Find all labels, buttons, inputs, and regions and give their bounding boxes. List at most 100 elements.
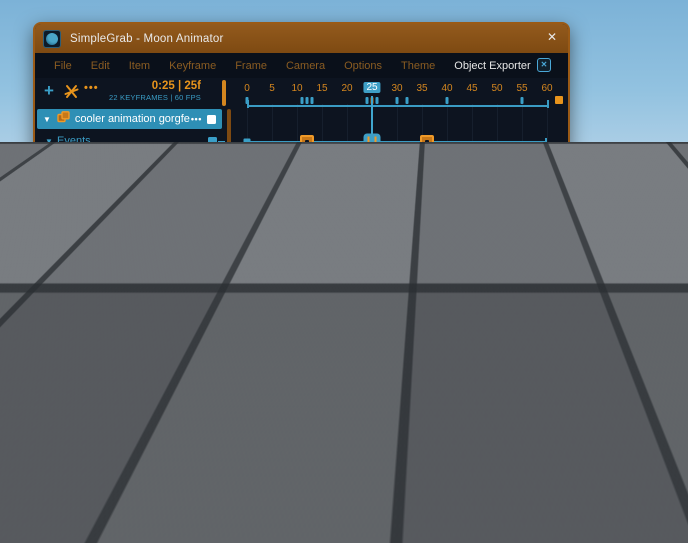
track-row-left-leg[interactable]: ▼ Left Leg: [37, 278, 225, 300]
track-row-head[interactable]: ▼ Head: [37, 236, 225, 258]
event-keyframe-f36[interactable]: [420, 135, 434, 149]
keyframe-left-arm-f0[interactable]: [239, 259, 255, 274]
menu-item-object-exporter[interactable]: Object Exporter: [454, 60, 530, 72]
menu-item-theme[interactable]: Theme: [401, 60, 435, 72]
keyframe-right-arm-f13[interactable]: [304, 196, 320, 212]
keyframe-right-arm-f55[interactable]: [514, 196, 530, 212]
keyframe-torso-f40[interactable]: [439, 175, 455, 191]
ruler-frame-5[interactable]: 5: [269, 83, 275, 94]
animation-more-icon[interactable]: •••: [191, 114, 202, 124]
collapse-triangle-icon[interactable]: ▼: [45, 137, 53, 146]
menu-item-keyframe[interactable]: Keyframe: [169, 60, 216, 72]
keyframe-torso-f0[interactable]: [239, 175, 255, 191]
keyframe-left-arm-f11[interactable]: [294, 259, 310, 274]
dialog-close-button[interactable]: ✕: [655, 303, 664, 316]
add-keyframe-button[interactable]: [208, 199, 217, 208]
menu-item-file[interactable]: File: [54, 60, 72, 72]
stop-square-icon[interactable]: [206, 114, 216, 124]
event-drag-handle[interactable]: ||: [432, 352, 445, 399]
window-titlebar[interactable]: SimpleGrab - Moon Animator ✕: [35, 24, 568, 53]
tab-code-end[interactable]: Code End: [565, 413, 614, 425]
menu-item-camera[interactable]: Camera: [286, 60, 325, 72]
add-keyframe-button[interactable]: [208, 261, 217, 271]
keyframe-head-f32[interactable]: [399, 238, 415, 253]
collapse-triangle-icon[interactable]: ▼: [55, 283, 63, 292]
visibility-eye-icon[interactable]: [189, 219, 203, 237]
keyframe-right-arm-f30[interactable]: [389, 196, 405, 212]
keyframe-head-f0[interactable]: [239, 238, 255, 253]
ruler-frame-30[interactable]: 30: [391, 83, 402, 94]
ruler-frame-0[interactable]: 0: [244, 83, 250, 94]
keyframe-right-leg-f55[interactable]: [514, 217, 530, 233]
keyframe-left-arm-f55[interactable]: [514, 259, 530, 274]
window-close-button[interactable]: ✕: [547, 30, 557, 44]
zoom-in-button[interactable]: +: [211, 302, 221, 322]
track-row-left-arm[interactable]: ▼ Left Arm: [37, 257, 225, 279]
keyframe-torso-f12[interactable]: [299, 175, 315, 191]
visibility-eye-icon[interactable]: [189, 261, 203, 279]
visibility-eye-icon[interactable]: [189, 282, 203, 300]
zoom-slider-track[interactable]: [55, 312, 207, 315]
animation-header-row[interactable]: ▼ cooler animation gorgfe •••: [37, 109, 222, 129]
menu-item-options[interactable]: Options: [344, 60, 382, 72]
ruler-frame-60[interactable]: 60: [541, 83, 552, 94]
ruler-frame-40[interactable]: 40: [441, 83, 452, 94]
add-keyframe-button[interactable]: [208, 137, 217, 146]
selected-event-keyframe-f25[interactable]: [363, 133, 381, 151]
keyframe-right-arm-f40[interactable]: [439, 196, 455, 212]
add-keyframe-button[interactable]: [208, 220, 217, 229]
tab-code-begin[interactable]: Code Begin: [491, 413, 549, 425]
menu-item-edit[interactable]: Edit: [91, 60, 110, 72]
ok-button[interactable]: OK: [415, 494, 672, 514]
ruler-frame-35[interactable]: 35: [416, 83, 427, 94]
track-row-rig[interactable]: ▼ Rig: [37, 153, 222, 172]
collapse-triangle-icon[interactable]: ▼: [55, 241, 63, 250]
event-name-input[interactable]: test: [449, 355, 527, 370]
event-keyframe-f12[interactable]: [300, 135, 314, 149]
add-keyframe-button[interactable]: [208, 178, 217, 187]
track-row-torso[interactable]: ▼ Torso: [37, 173, 225, 195]
menu-item-item[interactable]: Item: [129, 60, 150, 72]
events-scrollbar[interactable]: [656, 350, 661, 400]
keyframe-torso-f24[interactable]: [359, 175, 375, 191]
keyframe-right-leg-f0[interactable]: [239, 217, 255, 233]
tab-events[interactable]: Events: [440, 413, 474, 425]
ruler-frame-15[interactable]: 15: [316, 83, 327, 94]
track-row-events[interactable]: ▼ Events: [37, 132, 225, 151]
zoom-out-button[interactable]: −: [42, 302, 52, 322]
add-keyframe-button[interactable]: [208, 282, 217, 292]
end-time-input[interactable]: 0:25: [595, 462, 670, 477]
playhead[interactable]: [371, 96, 373, 320]
visibility-eye-icon[interactable]: [189, 177, 203, 195]
ruler-frame-55[interactable]: 55: [516, 83, 527, 94]
range-bar-left-button[interactable]: [240, 315, 247, 322]
scrollbar-left-button[interactable]: [240, 305, 247, 312]
keyframe-left-leg-f0[interactable]: [239, 280, 255, 295]
name-input[interactable]: [459, 439, 670, 454]
width-input[interactable]: 0:00: [459, 462, 533, 477]
collapse-triangle-icon[interactable]: ▼: [55, 262, 63, 271]
keyframe-torso-f55[interactable]: [514, 175, 530, 191]
add-keyframe-button[interactable]: [208, 240, 217, 250]
track-row-right-arm[interactable]: ▼ Right Arm: [37, 194, 225, 213]
ruler-frame-20[interactable]: 20: [341, 83, 352, 94]
keyframe-head-f40[interactable]: [439, 238, 455, 253]
add-item-icon[interactable]: +: [44, 81, 54, 101]
collapse-triangle-icon[interactable]: ▼: [55, 199, 63, 208]
collapse-triangle-icon[interactable]: ▼: [55, 220, 63, 229]
dock-icon[interactable]: ✕: [537, 58, 551, 72]
ruler-frame-50[interactable]: 50: [491, 83, 502, 94]
ruler-frame-25[interactable]: 25: [363, 82, 381, 93]
menu-item-frame[interactable]: Frame: [235, 60, 267, 72]
timeline-end-marker[interactable]: [555, 96, 563, 104]
keyframe-left-leg-f55[interactable]: [514, 280, 530, 295]
event-remove-icon[interactable]: ✕: [647, 355, 655, 366]
visibility-eye-icon[interactable]: [189, 240, 203, 258]
ruler-frame-45[interactable]: 45: [466, 83, 477, 94]
keyframe-head-f55[interactable]: [514, 238, 530, 253]
event-value-input[interactable]: 0: [526, 355, 643, 370]
keyframe-left-arm-f32[interactable]: [399, 259, 415, 274]
collapse-triangle-icon[interactable]: ▼: [45, 158, 53, 167]
collapse-triangle-icon[interactable]: ▼: [43, 115, 51, 124]
visibility-eye-icon[interactable]: [189, 157, 203, 175]
